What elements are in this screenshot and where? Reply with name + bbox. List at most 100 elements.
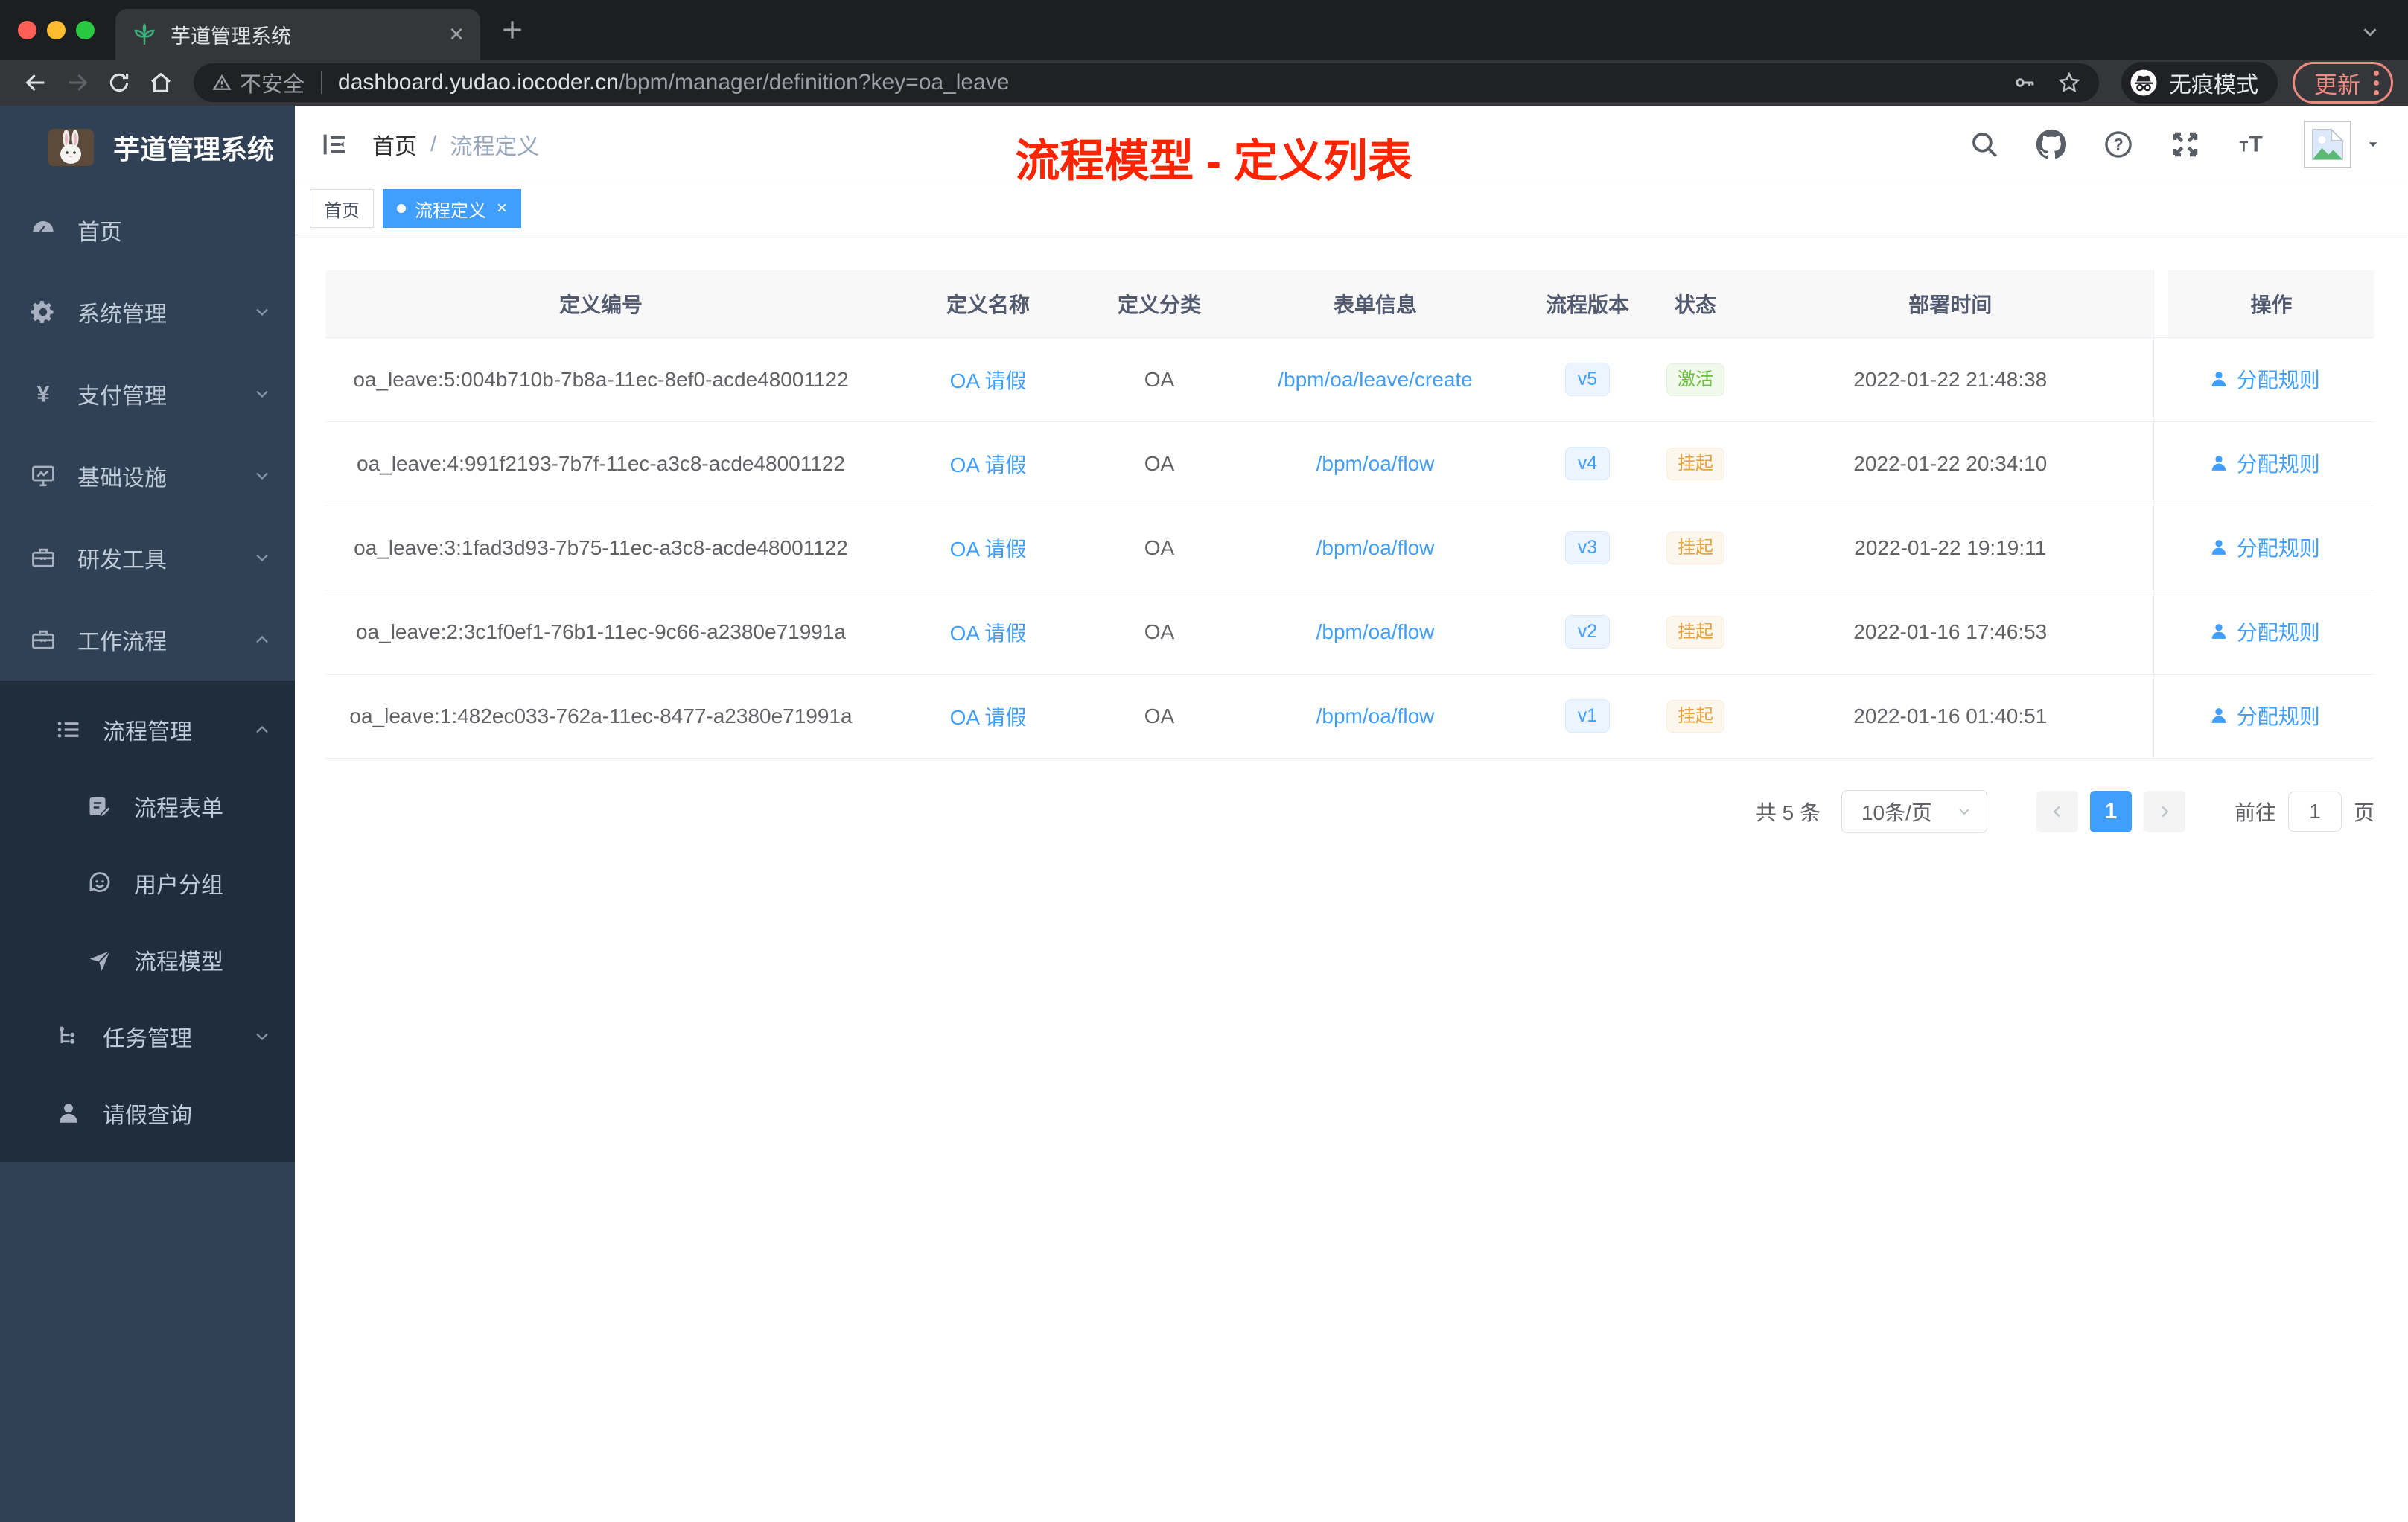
cell-definition-name: OA 请假 [876,674,1100,759]
breadcrumb-home[interactable]: 首页 [372,128,417,161]
definition-name-link[interactable]: OA 请假 [950,538,1027,561]
form-info-link[interactable]: /bpm/oa/flow [1316,452,1435,475]
form-info-link[interactable]: /bpm/oa/flow [1316,536,1435,559]
page-number-button[interactable]: 1 [2089,790,2132,832]
browser-menu-icon[interactable] [2374,70,2379,95]
monitor-icon [30,462,57,489]
search-icon[interactable] [1969,129,2000,160]
password-key-icon[interactable] [2013,71,2036,95]
cell-definition-id: oa_leave:5:004b710b-7b8a-11ec-8ef0-acde4… [325,337,876,422]
assign-rule-link[interactable]: 分配规则 [2208,364,2320,394]
form-info-link[interactable]: /bpm/oa/flow [1316,620,1435,643]
chevron-down-icon [252,1026,273,1047]
github-icon[interactable] [2036,129,2067,160]
security-warning-icon[interactable] [211,72,232,93]
sidebar-item-label: 支付管理 [77,384,167,409]
view-tag[interactable]: 首页 [310,189,374,228]
logo-rabbit-image [48,129,94,166]
definition-name-link[interactable]: OA 请假 [950,706,1027,729]
sidebar-item[interactable]: 流程管理 [0,691,295,768]
assign-rule-label: 分配规则 [2236,621,2320,644]
collapse-sidebar-icon[interactable] [320,130,350,159]
sidebar-item-label: 流程管理 [103,719,192,745]
table-row: oa_leave:4:991f2193-7b7f-11ec-a3c8-acde4… [325,421,2374,506]
definition-name-link[interactable]: OA 请假 [950,453,1027,477]
assign-rule-link[interactable]: 分配规则 [2208,532,2320,562]
cell-action: 分配规则 [2153,421,2374,506]
page-size-select[interactable]: 10条/页 [1841,789,1987,833]
security-label[interactable]: 不安全 [240,67,305,98]
assign-rule-link[interactable]: 分配规则 [2208,617,2320,646]
form-info-link[interactable]: /bpm/oa/leave/create [1278,368,1473,391]
zoom-window-button[interactable] [76,21,95,39]
dashboard-icon [30,217,57,243]
goto-page-input[interactable] [2287,791,2342,832]
new-tab-button[interactable] [497,15,527,45]
avatar[interactable] [2304,120,2351,168]
sidebar-item[interactable]: 流程模型 [0,921,295,998]
sidebar-logo[interactable]: 芋道管理系统 [0,106,295,189]
person-icon [2208,369,2229,389]
definition-name-link[interactable]: OA 请假 [950,622,1027,645]
sidebar-submenu: 流程表单 用户分组 流程模型 [0,768,295,998]
sidebar-item[interactable]: 流程表单 [0,768,295,844]
avatar-dropdown-icon[interactable] [2363,135,2383,154]
send-icon [86,946,113,973]
sidebar-item[interactable]: ¥ 支付管理 [0,353,295,435]
sidebar-item[interactable]: 请假查询 [0,1074,295,1151]
close-window-button[interactable] [18,21,36,39]
assign-rule-link[interactable]: 分配规则 [2208,701,2320,730]
view-tag[interactable]: 流程定义 × [383,189,522,228]
status-badge: 挂起 [1666,447,1724,480]
cell-version: v3 [1532,506,1643,590]
sidebar-item[interactable]: 工作流程 [0,599,295,681]
sidebar-submenu: 流程管理流程表单 用户分组 流程模型 任务管理请假查询 [0,681,295,1162]
url-divider [321,71,322,94]
cell-deploy-time: 2022-01-22 21:48:38 [1748,337,2153,422]
sidebar-item[interactable]: 研发工具 [0,517,295,599]
assign-rule-link[interactable]: 分配规则 [2208,448,2320,478]
next-page-button[interactable] [2143,790,2185,832]
reload-icon[interactable] [106,70,132,95]
cell-form-info: /bpm/oa/leave/create [1219,337,1532,422]
home-icon[interactable] [148,70,173,95]
window-controls [18,21,95,39]
prev-page-button[interactable] [2036,790,2078,832]
font-size-icon[interactable]: TT [2237,129,2268,160]
cell-definition-id: oa_leave:4:991f2193-7b7f-11ec-a3c8-acde4… [325,421,876,506]
forward-icon[interactable] [65,70,90,95]
cell-status: 挂起 [1643,590,1748,675]
svg-text:?: ? [2113,135,2123,153]
person-icon [2208,621,2229,642]
tag-close-icon[interactable]: × [497,200,507,217]
update-button[interactable]: 更新 [2293,62,2393,104]
form-info-link[interactable]: /bpm/oa/flow [1316,704,1435,727]
page-content: 定义编号 定义名称 定义分类 表单信息 流程版本 状态 部署时间 操作 oa_leave:5:… [295,235,2408,1522]
address-bar[interactable]: 不安全 dashboard.yudao.iocoder.cn/bpm/manag… [194,63,2099,102]
user-icon [55,1100,82,1127]
sidebar-item[interactable]: 任务管理 [0,998,295,1074]
cell-category: OA [1100,337,1219,422]
sidebar-item[interactable]: 基础设施 [0,435,295,517]
tab-search-chevron-icon[interactable] [2359,21,2381,43]
annotation-title: 流程模型 - 定义列表 [1015,136,1412,186]
minimize-window-button[interactable] [47,21,66,39]
tab-close-icon[interactable]: × [449,22,464,47]
sidebar-item-label: 请假查询 [103,1103,192,1128]
cell-deploy-time: 2022-01-22 20:34:10 [1748,421,2153,506]
browser-tab[interactable]: 芋道管理系统 × [115,9,480,60]
sidebar-item[interactable]: 首页 [0,189,295,271]
fullscreen-icon[interactable] [2170,129,2201,160]
table-row: oa_leave:1:482ec033-762a-11ec-8477-a2380… [325,674,2374,759]
sidebar-item[interactable]: 用户分组 [0,844,295,921]
cell-definition-name: OA 请假 [876,337,1100,422]
help-icon[interactable]: ? [2103,129,2134,160]
bookmark-star-icon[interactable] [2057,71,2081,95]
status-badge: 挂起 [1666,531,1724,564]
definition-name-link[interactable]: OA 请假 [950,369,1027,392]
sidebar-item[interactable]: 系统管理 [0,271,295,353]
url-text[interactable]: dashboard.yudao.iocoder.cn/bpm/manager/d… [338,70,1992,95]
cell-version: v4 [1532,421,1643,506]
back-icon[interactable] [23,70,48,95]
header-actions: ? TT [1933,120,2383,168]
